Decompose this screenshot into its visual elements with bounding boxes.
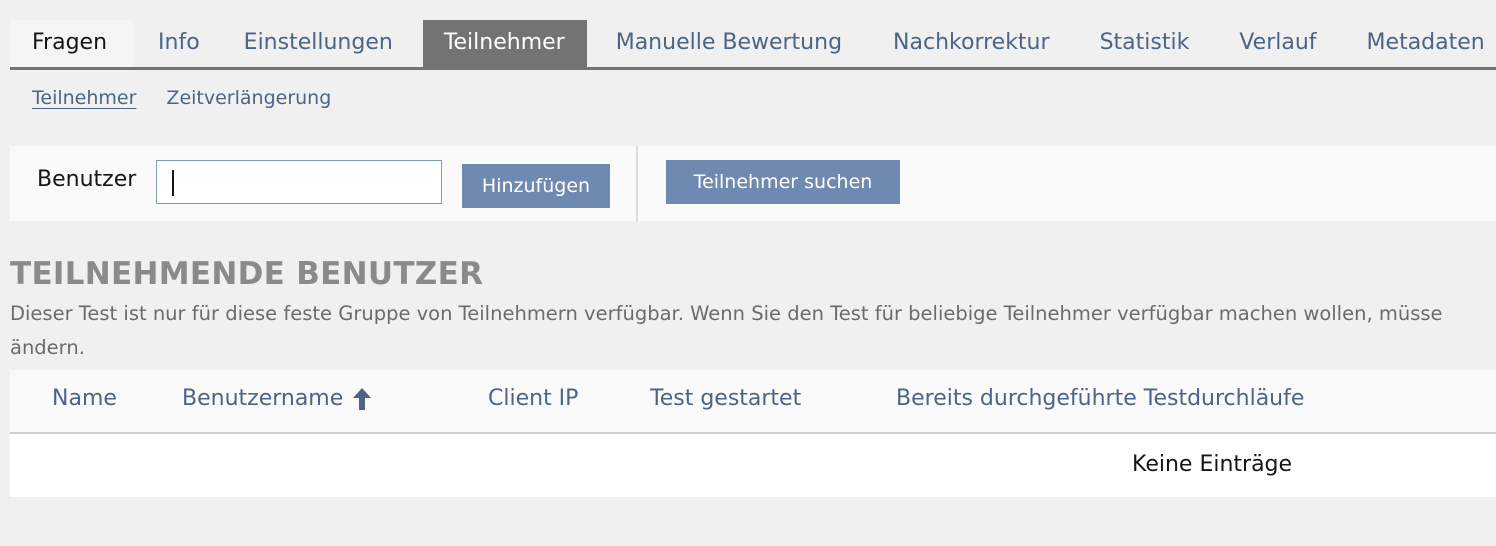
column-header-label: Client IP [488,386,579,411]
toolbar-divider [636,146,638,221]
section-title: TEILNEHMENDE BENUTZER [10,256,484,292]
user-input[interactable] [156,160,442,204]
tab-info[interactable]: Info [133,20,224,67]
participant-toolbar: Benutzer Hinzufügen Teilnehmer suchen [10,146,1496,221]
column-header-testdurchlaeufe[interactable]: Bereits durchgeführte Testdurchläufe [896,386,1304,411]
empty-message: Keine Einträge [1132,452,1293,477]
page: Fragen Info Einstellungen Teilnehmer Man… [0,0,1496,546]
tab-nachkorrektur[interactable]: Nachkorrektur [868,20,1075,67]
tab-einstellungen[interactable]: Einstellungen [224,20,423,67]
column-header-benutzername[interactable]: Benutzername [182,386,373,411]
column-header-client-ip[interactable]: Client IP [488,386,578,411]
tab-verlauf[interactable]: Verlauf [1214,20,1341,67]
tab-manuelle-bewertung[interactable]: Manuelle Bewertung [587,20,868,67]
section-description: Dieser Test ist nur für diese feste Grup… [10,297,1496,365]
subtab-zeitverlaengerung[interactable]: Zeitverlängerung [166,87,331,117]
column-header-label: Benutzername [182,386,344,411]
table-header: Name Benutzername Client IP Test gestart… [10,370,1496,434]
column-header-test-gestartet[interactable]: Test gestartet [650,386,801,411]
column-header-label: Bereits durchgeführte Testdurchläufe [896,386,1305,411]
arrow-up-icon[interactable] [351,387,373,411]
tab-teilnehmer[interactable]: Teilnehmer [422,20,587,67]
description-line-1: Dieser Test ist nur für diese feste Grup… [10,302,1443,325]
add-button[interactable]: Hinzufügen [462,164,610,208]
column-header-label: Name [52,386,117,411]
tab-fragen[interactable]: Fragen [10,20,134,67]
subtab-teilnehmer[interactable]: Teilnehmer [32,87,136,117]
text-caret [172,170,174,196]
tab-statistik[interactable]: Statistik [1075,20,1215,67]
table-body: Keine Einträge [10,434,1496,497]
user-label: Benutzer [37,167,137,192]
column-header-name[interactable]: Name [52,386,117,411]
search-participants-button[interactable]: Teilnehmer suchen [666,160,900,204]
tab-metadaten[interactable]: Metadaten [1342,20,1495,67]
column-header-label: Test gestartet [650,386,802,411]
sub-tabs: Teilnehmer Zeitverlängerung [32,87,331,117]
main-tabs: Fragen Info Einstellungen Teilnehmer Man… [10,20,1496,70]
description-line-2: ändern. [10,336,85,359]
